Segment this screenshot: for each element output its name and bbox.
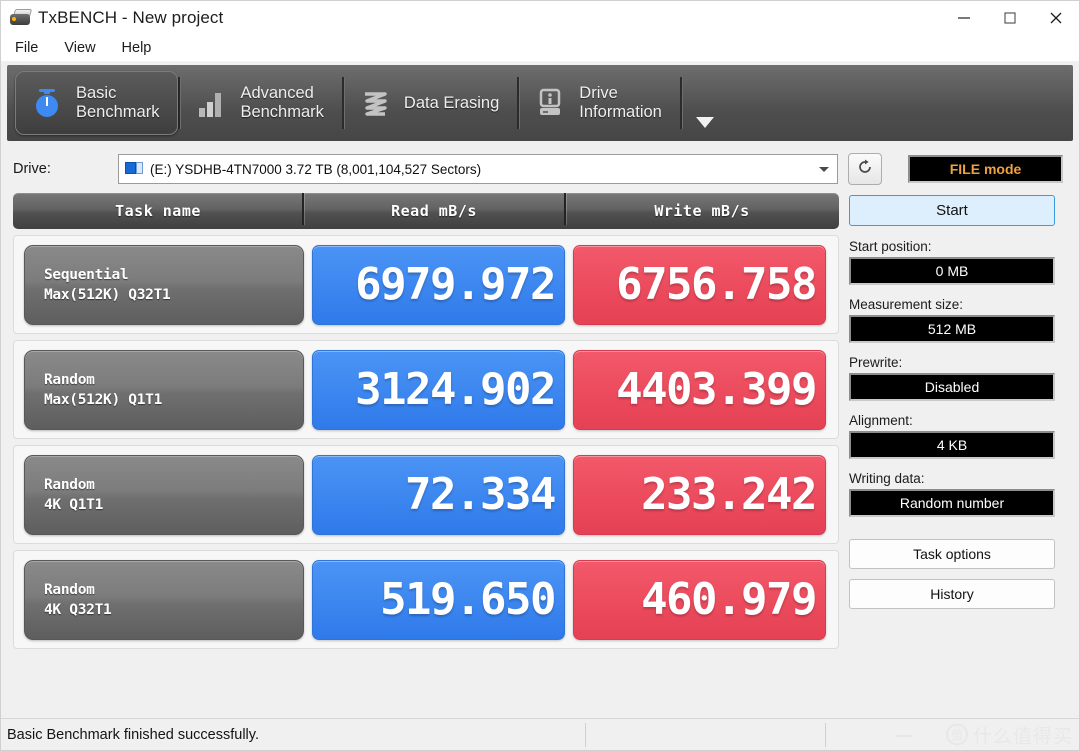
maximize-button[interactable] — [987, 1, 1033, 35]
write-value: 460.979 — [641, 573, 817, 625]
title-bar: TxBENCH - New project — [1, 1, 1079, 35]
benchmark-results: Task name Read mB/s Write mB/s Sequentia… — [13, 193, 839, 663]
alignment-select[interactable]: 4 KB — [849, 431, 1055, 459]
settings-panel: Start Start position: 0 MB Measurement s… — [849, 193, 1055, 663]
watermark: 值 什么值得买 — [945, 721, 1073, 748]
tab-label-drive-information: Drive Information — [579, 84, 662, 121]
chevron-down-icon — [819, 167, 829, 172]
status-divider — [825, 723, 826, 747]
drive-info-icon — [533, 86, 567, 120]
disk-drive-icon — [10, 8, 33, 28]
tab-label-advanced-benchmark: Advanced Benchmark — [240, 84, 324, 121]
read-value: 72.334 — [405, 468, 556, 520]
alignment-label: Alignment: — [849, 413, 913, 428]
txbench-window: TxBENCH - New project File View Help Bas… — [0, 0, 1080, 751]
watermark-text: 什么值得买 — [972, 726, 1073, 747]
tab-advanced-benchmark[interactable]: Advanced Benchmark — [180, 71, 341, 135]
file-mode-button[interactable]: FILE mode — [908, 155, 1063, 183]
tab-data-erasing[interactable]: Data Erasing — [344, 71, 517, 135]
writing-data-select[interactable]: Random number — [849, 489, 1055, 517]
write-value: 233.242 — [641, 468, 817, 520]
write-value-cell: 460.979 — [573, 559, 826, 640]
status-divider — [585, 723, 586, 747]
menu-bar: File View Help — [1, 35, 1079, 61]
drive-label: Drive: — [13, 161, 51, 177]
refresh-button[interactable] — [848, 153, 882, 185]
status-bar: Basic Benchmark finished successfully. 值… — [1, 718, 1079, 750]
table-row[interactable]: Random 4K Q1T1 72.334 233.242 — [13, 445, 839, 544]
start-position-label: Start position: — [849, 239, 932, 254]
shred-icon — [358, 86, 392, 120]
window-controls — [941, 1, 1079, 35]
read-value-cell: 6979.972 — [312, 244, 565, 325]
task-name-cell[interactable]: Random 4K Q32T1 — [24, 559, 304, 640]
write-value-cell: 233.242 — [573, 454, 826, 535]
history-button[interactable]: History — [849, 579, 1055, 609]
task-name-line1: Sequential — [44, 266, 129, 283]
tab-strip: Basic Benchmark Advanced Benchmark Data … — [7, 65, 1073, 141]
measurement-size-select[interactable]: 512 MB — [849, 315, 1055, 343]
window-title: TxBENCH - New project — [38, 8, 224, 27]
tab-label-basic-benchmark: Basic Benchmark — [76, 84, 160, 121]
read-value-cell: 3124.902 — [312, 349, 565, 430]
tab-basic-benchmark[interactable]: Basic Benchmark — [15, 71, 179, 135]
task-name-line2: 4K Q1T1 — [44, 496, 104, 513]
task-name-line1: Random — [44, 476, 95, 493]
task-name-line2: 4K Q32T1 — [44, 601, 112, 618]
watermark-badge: 值 — [945, 723, 968, 746]
table-row[interactable]: Random Max(512K) Q1T1 3124.902 4403.399 — [13, 340, 839, 439]
task-name-cell[interactable]: Random Max(512K) Q1T1 — [24, 349, 304, 430]
close-button[interactable] — [1033, 1, 1079, 35]
read-value: 3124.902 — [355, 363, 556, 415]
column-header-read: Read mB/s — [302, 193, 565, 225]
watermark-line — [895, 734, 913, 737]
column-header-write: Write mB/s — [564, 193, 839, 225]
stopwatch-icon — [30, 86, 64, 120]
read-value-cell: 519.650 — [312, 559, 565, 640]
table-row[interactable]: Random 4K Q32T1 519.650 460.979 — [13, 550, 839, 649]
task-name-cell[interactable]: Random 4K Q1T1 — [24, 454, 304, 535]
measurement-size-label: Measurement size: — [849, 297, 964, 312]
tab-separator — [679, 77, 682, 129]
writing-data-label: Writing data: — [849, 471, 925, 486]
bar-chart-icon — [194, 86, 228, 120]
status-message: Basic Benchmark finished successfully. — [7, 726, 259, 743]
minimize-button[interactable] — [941, 1, 987, 35]
task-name-line2: Max(512K) Q1T1 — [44, 391, 163, 408]
prewrite-label: Prewrite: — [849, 355, 903, 370]
network-drive-icon — [125, 162, 143, 176]
write-value: 4403.399 — [616, 363, 817, 415]
main-content: Task name Read mB/s Write mB/s Sequentia… — [1, 193, 1079, 663]
column-header-task-name: Task name — [115, 202, 201, 220]
table-row[interactable]: Sequential Max(512K) Q32T1 6979.972 6756… — [13, 235, 839, 334]
read-value: 519.650 — [380, 573, 556, 625]
results-header: Task name Read mB/s Write mB/s — [13, 193, 839, 229]
task-name-line1: Random — [44, 581, 95, 598]
menu-item-help[interactable]: Help — [119, 39, 155, 57]
start-position-select[interactable]: 0 MB — [849, 257, 1055, 285]
write-value: 6756.758 — [616, 258, 817, 310]
menu-item-view[interactable]: View — [61, 39, 98, 57]
tab-drive-information[interactable]: Drive Information — [519, 71, 680, 135]
read-value: 6979.972 — [355, 258, 556, 310]
task-name-line2: Max(512K) Q32T1 — [44, 286, 171, 303]
drive-select[interactable]: (E:) YSDHB-4TN7000 3.72 TB (8,001,104,52… — [118, 154, 838, 184]
task-name-line1: Random — [44, 371, 95, 388]
chevron-down-icon[interactable] — [695, 117, 714, 128]
start-button[interactable]: Start — [849, 195, 1055, 226]
read-value-cell: 72.334 — [312, 454, 565, 535]
write-value-cell: 4403.399 — [573, 349, 826, 430]
prewrite-select[interactable]: Disabled — [849, 373, 1055, 401]
tab-label-data-erasing: Data Erasing — [403, 93, 500, 112]
refresh-icon — [855, 157, 875, 182]
task-options-button[interactable]: Task options — [849, 539, 1055, 569]
drive-selection-row: Drive: (E:) YSDHB-4TN7000 3.72 TB (8,001… — [1, 145, 1079, 193]
menu-item-file[interactable]: File — [12, 39, 41, 57]
drive-select-value: (E:) YSDHB-4TN7000 3.72 TB (8,001,104,52… — [150, 161, 482, 177]
task-name-cell[interactable]: Sequential Max(512K) Q32T1 — [24, 244, 304, 325]
write-value-cell: 6756.758 — [573, 244, 826, 325]
